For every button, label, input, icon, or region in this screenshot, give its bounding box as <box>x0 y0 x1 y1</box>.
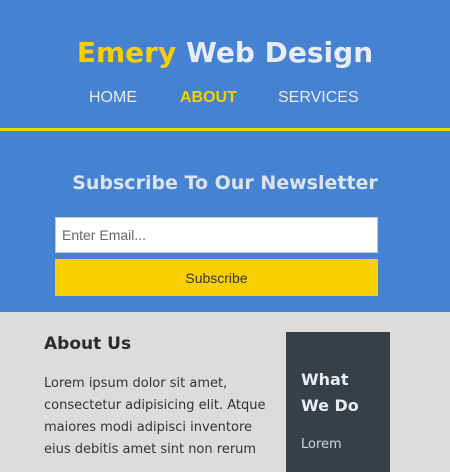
site-logo[interactable]: Emery Web Design <box>0 36 450 70</box>
about-text: Lorem ipsum dolor sit amet, consectetur … <box>44 376 266 457</box>
site-header: Emery Web Design HOME ABOUT SERVICES <box>0 0 450 128</box>
nav-link-home[interactable]: HOME <box>89 86 137 110</box>
subscribe-button[interactable]: Subscribe <box>55 259 378 296</box>
brand-rest: Web Design <box>176 36 374 69</box>
brand-highlight: Emery <box>76 36 177 69</box>
newsletter-section: Subscribe To Our Newsletter Subscribe <box>0 131 450 312</box>
main-content: About Us Lorem ipsum dolor sit amet, con… <box>0 312 450 472</box>
nav-link-about[interactable]: ABOUT <box>180 86 237 110</box>
sidebar-text: Lorem <box>301 437 342 452</box>
sidebar-title: What We Do <box>301 370 359 415</box>
about-title: About Us <box>44 334 132 354</box>
newsletter-title: Subscribe To Our Newsletter <box>72 172 378 194</box>
nav-link-services[interactable]: SERVICES <box>278 86 359 110</box>
main-nav: HOME ABOUT SERVICES <box>0 86 450 110</box>
sidebar: What We Do Lorem <box>286 332 390 472</box>
email-field[interactable] <box>55 217 378 253</box>
